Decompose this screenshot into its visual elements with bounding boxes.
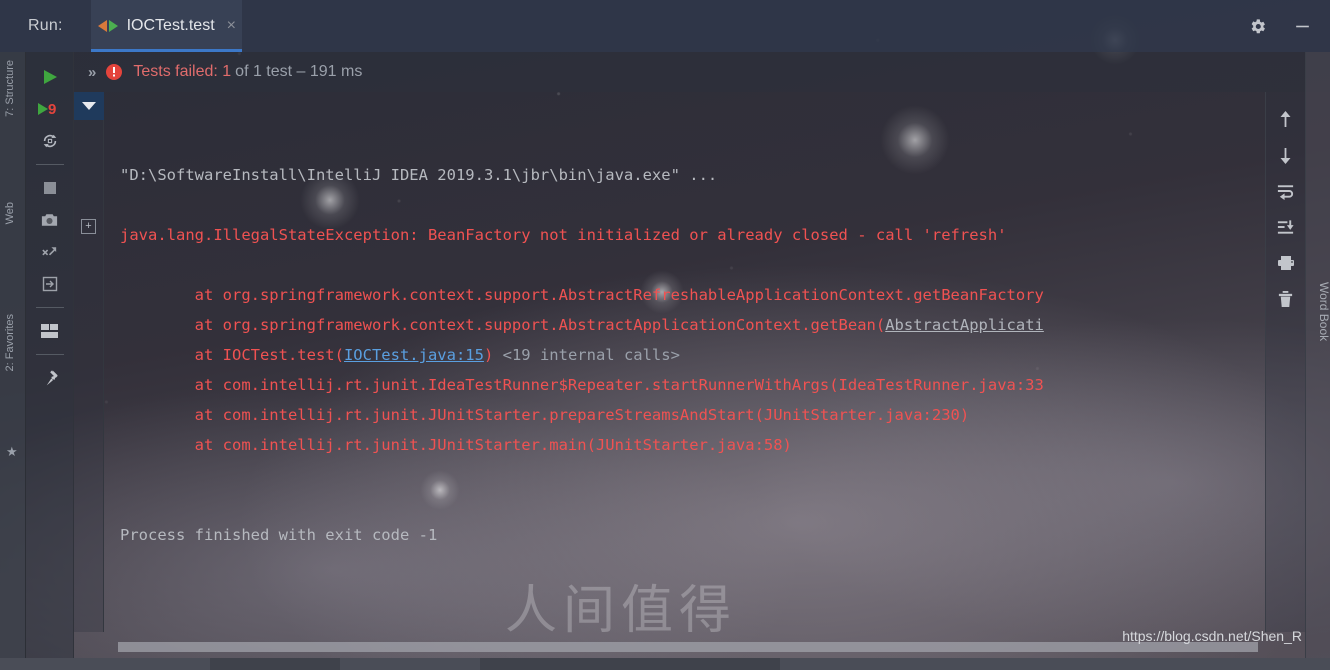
soft-wrap-icon[interactable]: [1271, 178, 1301, 204]
tab-ioctest-test[interactable]: IOCTest.test ×: [90, 0, 242, 52]
run-actions-toolbar: 9: [26, 52, 74, 670]
scroll-to-end-icon[interactable]: [1271, 214, 1301, 240]
console-line: "D:\SoftwareInstall\IntelliJ IDEA 2019.3…: [120, 160, 1265, 190]
console-text: java.lang.IllegalStateException: BeanFac…: [120, 226, 1007, 244]
close-icon[interactable]: ×: [227, 17, 236, 35]
console-line: at org.springframework.context.support.A…: [120, 310, 1265, 340]
right-tool-window-rail: Word Book: [1305, 52, 1330, 670]
svg-text:9: 9: [48, 101, 56, 118]
toggle-auto-test-button[interactable]: [31, 126, 69, 156]
printer-icon[interactable]: [1271, 250, 1301, 276]
tool-window-favorites[interactable]: 2: Favorites: [0, 314, 23, 371]
console-line: at com.intellij.rt.junit.JUnitStarter.pr…: [120, 400, 1265, 430]
tests-detail-label: of 1 test – 191 ms: [235, 63, 363, 80]
run-tool-window-titlebar: Run: IOCTest.test ×: [0, 0, 1330, 52]
toolbar-divider: [35, 354, 64, 355]
collapse-triangle-icon[interactable]: [74, 92, 104, 120]
stop-button[interactable]: [31, 173, 69, 203]
tool-window-word-book[interactable]: Word Book: [1306, 282, 1330, 341]
tool-window-web-label: Web: [4, 202, 16, 225]
tab-label: IOCTest.test: [126, 17, 215, 34]
arrow-up-icon[interactable]: [1271, 106, 1301, 132]
console-text: <19 internal calls>: [493, 346, 680, 364]
titlebar-actions: [1248, 0, 1312, 52]
taskbar-item[interactable]: [210, 658, 340, 670]
tool-window-structure[interactable]: 7: Structure: [0, 60, 23, 117]
console-text: at com.intellij.rt.junit.JUnitStarter.ma…: [120, 436, 792, 454]
star-icon: ★: [6, 444, 18, 459]
console-text: at org.springframework.context.support.A…: [120, 316, 886, 334]
gear-icon[interactable]: [1248, 17, 1267, 36]
left-tool-window-rail: 7: Structure Web 2: Favorites ★: [0, 52, 26, 670]
console-text: Process finished with exit code -1: [120, 526, 438, 544]
console-line: at com.intellij.rt.junit.JUnitStarter.ma…: [120, 430, 1265, 460]
tests-failed-label: Tests failed: 1: [133, 63, 232, 80]
console-line: at org.springframework.context.support.A…: [120, 280, 1265, 310]
console-text: at org.springframework.context.support.A…: [120, 286, 1044, 304]
tool-window-web[interactable]: Web: [0, 202, 23, 224]
console-output[interactable]: "D:\SoftwareInstall\IntelliJ IDEA 2019.3…: [104, 92, 1265, 632]
taskbar-item[interactable]: [480, 658, 780, 670]
test-status-bar: » Tests failed: 1 of 1 test – 191 ms: [74, 52, 1330, 92]
pin-icon[interactable]: [31, 363, 69, 393]
console-text: at com.intellij.rt.junit.JUnitStarter.pr…: [120, 406, 970, 424]
toolbar-divider: [35, 307, 64, 308]
arrow-down-icon[interactable]: [1271, 142, 1301, 168]
console-horizontal-scrollbar-thumb[interactable]: [118, 642, 1258, 652]
error-circle-icon: [105, 63, 123, 81]
console-actions-toolbar: [1265, 92, 1305, 632]
console-line: Process finished with exit code -1: [120, 520, 1265, 550]
console-text: at com.intellij.rt.junit.IdeaTestRunner$…: [120, 376, 1044, 394]
rerun-failed-tests-button[interactable]: 9: [31, 94, 69, 124]
run-label: Run:: [28, 17, 63, 34]
minimize-icon[interactable]: [1293, 17, 1312, 36]
import-test-results-button[interactable]: [31, 237, 69, 267]
expand-stacktrace-button[interactable]: +: [81, 219, 96, 234]
tool-window-structure-label: 7: Structure: [4, 60, 16, 117]
toolbar-divider: [35, 164, 64, 165]
tool-window-favorites-label: 2: Favorites: [4, 314, 16, 372]
tool-window-word-book-label: Word Book: [1317, 282, 1330, 342]
test-run-config-icon: [97, 19, 119, 33]
enter-box-icon[interactable]: [31, 269, 69, 299]
console-gutter: +: [74, 92, 104, 632]
expand-chevrons-icon[interactable]: »: [88, 64, 96, 81]
ide-run-tool-window: Run: IOCTest.test × 7: Structure Web 2: …: [0, 0, 1330, 670]
console-text: ): [483, 346, 494, 364]
console-line: java.lang.IllegalStateException: BeanFac…: [120, 220, 1265, 250]
console-line: at IOCTest.test(IOCTest.java:15) <19 int…: [120, 340, 1265, 370]
rerun-button[interactable]: [31, 62, 69, 92]
trash-icon[interactable]: [1271, 286, 1301, 312]
stacktrace-link[interactable]: AbstractApplicati: [885, 316, 1044, 334]
os-taskbar: [0, 658, 1330, 670]
console-text: "D:\SoftwareInstall\IntelliJ IDEA 2019.3…: [120, 166, 718, 184]
stacktrace-link[interactable]: IOCTest.java:15: [344, 346, 484, 364]
layout-icon[interactable]: [31, 316, 69, 346]
console-text: at IOCTest.test(: [120, 346, 344, 364]
camera-icon[interactable]: [31, 205, 69, 235]
console-line: at com.intellij.rt.junit.IdeaTestRunner$…: [120, 370, 1265, 400]
